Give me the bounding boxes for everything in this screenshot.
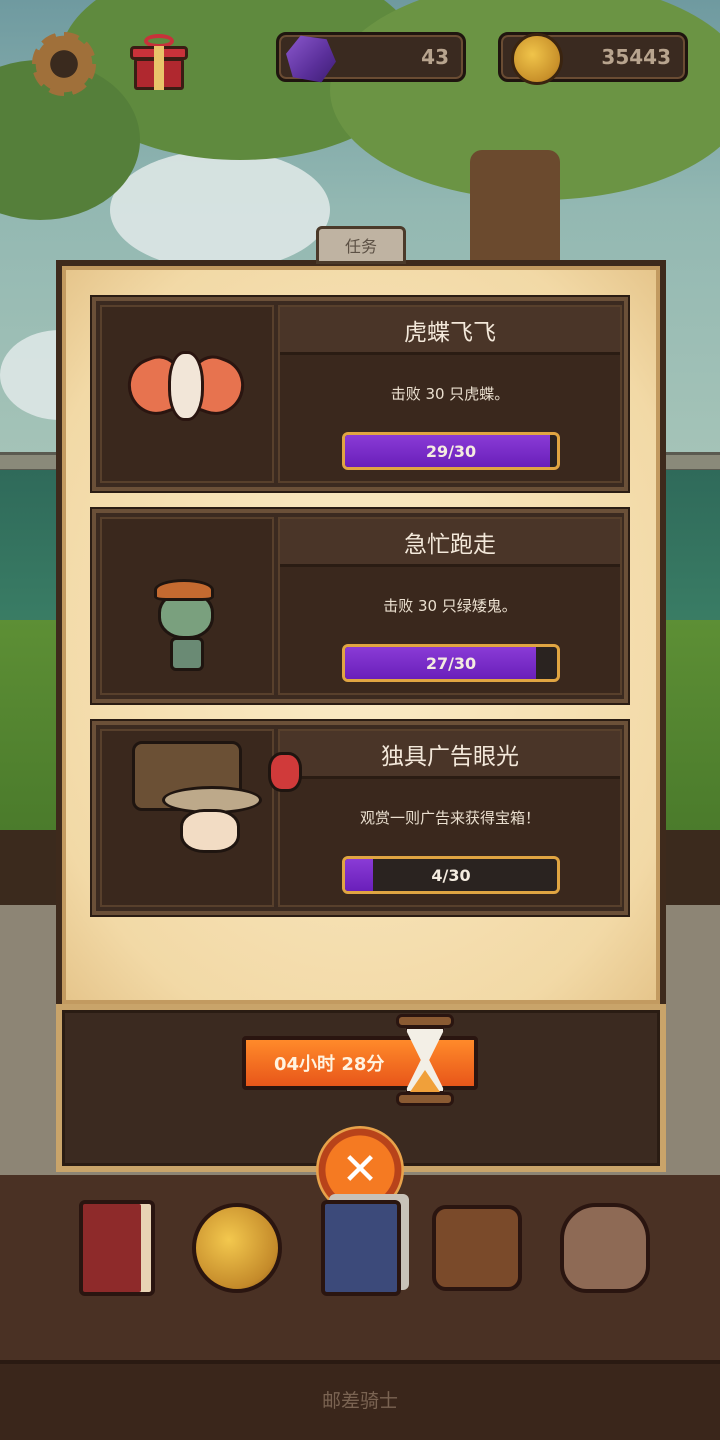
quest-info: 独具广告眼光 观赏一则广告来获得宝箱！ 4/30 [278,729,622,907]
quest-description: 击败 30 只虎蝶。 [390,385,510,403]
tab-label: 任务 [344,237,377,256]
nav-cards-button[interactable] [316,1196,406,1300]
quest-progress-bar: 27/30 [342,644,560,682]
quest-title-bar: 虎蝶飞飞 [280,307,620,355]
quest-progress-text: 27/30 [425,653,477,673]
quest-description: 观赏一则广告来获得宝箱！ [359,809,540,827]
quest-progress-bar: 29/30 [342,432,560,470]
quest-info: 急忙跑走 击败 30 只绿矮鬼。 27/30 [278,517,622,695]
treasure-sack-icon [560,1203,650,1293]
cloud [110,150,330,270]
coin-counter[interactable]: 35443 [498,32,688,85]
nav-items-button[interactable] [432,1196,522,1300]
quest-card: 独具广告眼光 观赏一则广告来获得宝箱！ 4/30 [92,721,628,915]
coin-count: 35443 [601,45,671,69]
coin-icon [511,33,563,85]
quest-progress-text: 4/30 [431,865,471,885]
nav-book-button[interactable] [72,1196,162,1300]
timer-text: 04小时 28分 [274,1054,385,1075]
hourglass-icon [396,1014,454,1106]
moth-icon [119,347,253,447]
tab-quests[interactable]: 任务 [316,226,406,264]
gift-button[interactable] [128,30,190,94]
quest-card: 急忙跑走 击败 30 只绿矮鬼。 27/30 [92,509,628,703]
lantern-icon [268,752,302,792]
quest-title: 独具广告眼光 [381,743,519,770]
goblin-icon [152,579,222,679]
quest-card: 虎蝶飞飞 击败 30 只虎蝶。 29/30 [92,297,628,491]
satchel-icon [432,1205,522,1291]
quest-title: 急忙跑走 [404,531,496,558]
nav-shop-button[interactable] [560,1196,650,1300]
gift-icon [130,34,188,90]
nav-star-coin-button[interactable] [192,1196,282,1300]
quest-progress-bar: 4/30 [342,856,560,894]
gear-icon [32,32,96,96]
book-icon [79,1200,155,1296]
footer-title: 邮差骑士 [321,1390,398,1412]
quest-portrait [100,305,274,483]
quest-portrait [100,517,274,695]
quest-info: 虎蝶飞飞 击败 30 只虎蝶。 29/30 [278,305,622,483]
gem-icon [286,35,336,83]
quest-description: 击败 30 只绿矮鬼。 [383,597,517,615]
gem-count: 43 [421,45,449,69]
close-icon: ✕ [341,1144,379,1195]
card-deck-icon [321,1200,401,1296]
star-coin-icon [192,1203,282,1293]
quest-title-bar: 独具广告眼光 [280,731,620,779]
quest-portrait [100,729,274,907]
quest-title-bar: 急忙跑走 [280,519,620,567]
quest-title: 虎蝶飞飞 [404,319,496,346]
gem-counter[interactable]: 43 [276,32,466,83]
quest-progress-text: 29/30 [425,441,477,461]
settings-button[interactable] [30,30,98,98]
